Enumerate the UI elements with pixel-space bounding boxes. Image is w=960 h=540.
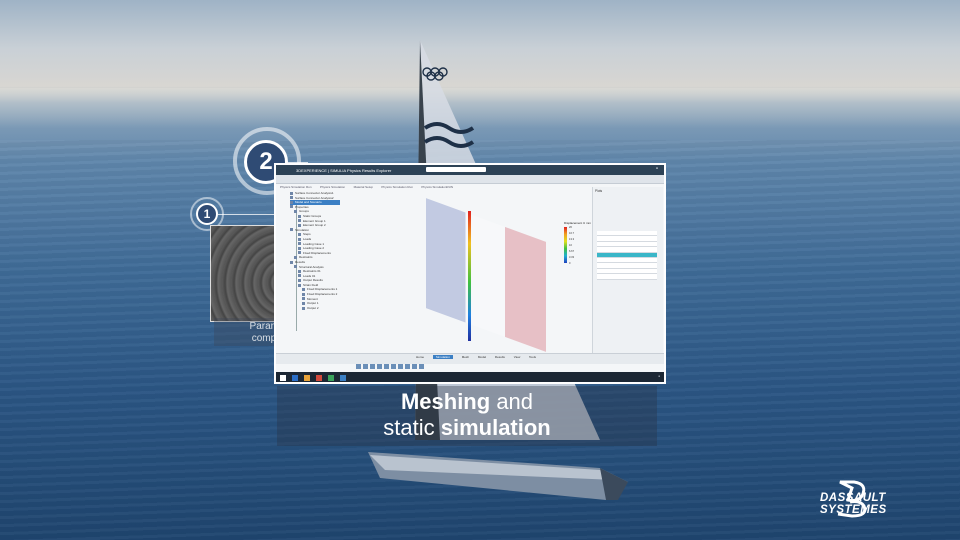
node-icon — [302, 306, 305, 310]
tab-tools[interactable]: Tools — [529, 355, 536, 359]
tab-home[interactable]: Home — [416, 355, 424, 359]
node-icon — [302, 301, 305, 305]
legend-title: Displacement U mm — [564, 221, 592, 225]
search-icon[interactable] — [292, 375, 298, 381]
app-titlebar: 3DEXPERIENCE | SIMULIA Physics Results E… — [276, 165, 664, 175]
legend-label: 10 — [569, 244, 572, 247]
mesh-icon[interactable] — [370, 364, 375, 369]
redo-icon[interactable] — [363, 364, 368, 369]
specification-tree: Surface Connector Analysis1 Surface Conn… — [290, 191, 400, 351]
sensor-icon[interactable] — [405, 364, 410, 369]
table-row[interactable] — [597, 274, 657, 280]
node-icon — [298, 269, 301, 273]
user-area[interactable]: ● — [656, 166, 658, 170]
step-2-caption: Meshing and static simulation — [277, 389, 657, 441]
plots-table — [597, 231, 657, 280]
plot-icon[interactable] — [398, 364, 403, 369]
doc-tab[interactable]: Physics Simulation Run — [381, 185, 413, 189]
node-icon — [290, 228, 293, 232]
tab-results[interactable]: Results — [495, 355, 505, 359]
command-tabs: Home Simulation Mesh Model Results View … — [416, 355, 544, 359]
node-icon — [290, 191, 293, 195]
caption-regular-1: and — [496, 389, 534, 414]
app-icon[interactable] — [316, 375, 322, 381]
doc-tab[interactable]: Physics Simulation — [320, 185, 345, 189]
restraint-icon[interactable] — [384, 364, 389, 369]
mesh-result-mast[interactable] — [468, 211, 471, 341]
action-toolbar — [356, 364, 424, 370]
legend-label: 13.3 — [569, 238, 575, 241]
clock: ● — [658, 374, 660, 378]
node-icon — [294, 256, 297, 260]
node-icon — [302, 292, 305, 296]
caption-regular-2: static — [383, 415, 435, 440]
folder-icon[interactable] — [304, 375, 310, 381]
node-icon — [298, 237, 301, 241]
report-icon[interactable] — [412, 364, 417, 369]
tree-item[interactable]: Output 2 — [290, 306, 400, 311]
node-icon — [298, 242, 301, 246]
node-icon — [290, 200, 293, 204]
node-icon — [290, 205, 293, 209]
app-icon[interactable] — [340, 375, 346, 381]
caption-bold-1: Meshing — [400, 389, 491, 414]
doc-tab[interactable]: Physics SimulationRUN — [421, 185, 453, 189]
legend-label: 20 — [569, 226, 572, 229]
app-icon[interactable] — [328, 375, 334, 381]
node-icon — [298, 219, 301, 223]
viewport-sail-overlay — [426, 198, 546, 352]
doc-tab[interactable]: Material Setup — [354, 185, 373, 189]
node-icon — [290, 260, 293, 264]
logo-line-2: SYSTEMES — [820, 504, 887, 516]
tab-mesh[interactable]: Mesh — [462, 355, 469, 359]
undo-icon[interactable] — [356, 364, 361, 369]
node-icon — [294, 265, 297, 269]
load-icon[interactable] — [377, 364, 382, 369]
tab-view[interactable]: View — [514, 355, 520, 359]
plots-panel: Plots — [592, 187, 663, 357]
plots-panel-title: Plots — [595, 189, 603, 193]
node-icon — [302, 288, 305, 292]
node-icon — [294, 210, 297, 214]
tab-simulation[interactable]: Simulation — [432, 355, 453, 359]
document-tabs: Physics Simulation Run Physics Simulatio… — [276, 175, 664, 189]
legend-label: 6.67 — [569, 250, 575, 253]
animate-icon[interactable] — [419, 364, 424, 369]
node-icon — [298, 251, 301, 255]
doc-tab[interactable]: Physics Simulation Run — [280, 185, 312, 189]
ocean-background: 1 Parametrized and complies design 2 3DE… — [0, 0, 960, 540]
result-legend: Displacement U mm 20 16.7 13.3 10 6.67 3… — [564, 221, 591, 265]
legend-label: 3.33 — [569, 256, 575, 259]
legend-label: 0 — [569, 262, 571, 265]
os-taskbar: ● — [276, 372, 664, 382]
node-icon — [298, 214, 301, 218]
legend-colorbar — [564, 227, 567, 263]
app-brand: 3DEXPERIENCE | SIMULIA Physics Results E… — [296, 167, 392, 173]
node-icon — [302, 297, 305, 301]
simulation-app-window[interactable]: 3DEXPERIENCE | SIMULIA Physics Results E… — [274, 163, 666, 384]
company-logo-text: DASSAULT SYSTEMES — [820, 492, 887, 516]
start-icon[interactable] — [280, 375, 286, 381]
step-1-connector — [218, 214, 278, 215]
node-icon — [298, 233, 301, 237]
legend-label: 16.7 — [569, 232, 575, 235]
step-1-badge[interactable]: 1 — [196, 203, 218, 225]
node-icon — [298, 278, 301, 282]
node-icon — [298, 283, 301, 287]
caption-bold-2: simulation — [440, 415, 551, 440]
node-icon — [298, 246, 301, 250]
node-icon — [290, 196, 293, 200]
simulate-icon[interactable] — [391, 364, 396, 369]
logo-line-1: DASSAULT — [820, 492, 886, 504]
node-icon — [298, 223, 301, 227]
search-input[interactable] — [426, 167, 486, 172]
tab-model[interactable]: Model — [478, 355, 486, 359]
node-icon — [298, 274, 301, 278]
